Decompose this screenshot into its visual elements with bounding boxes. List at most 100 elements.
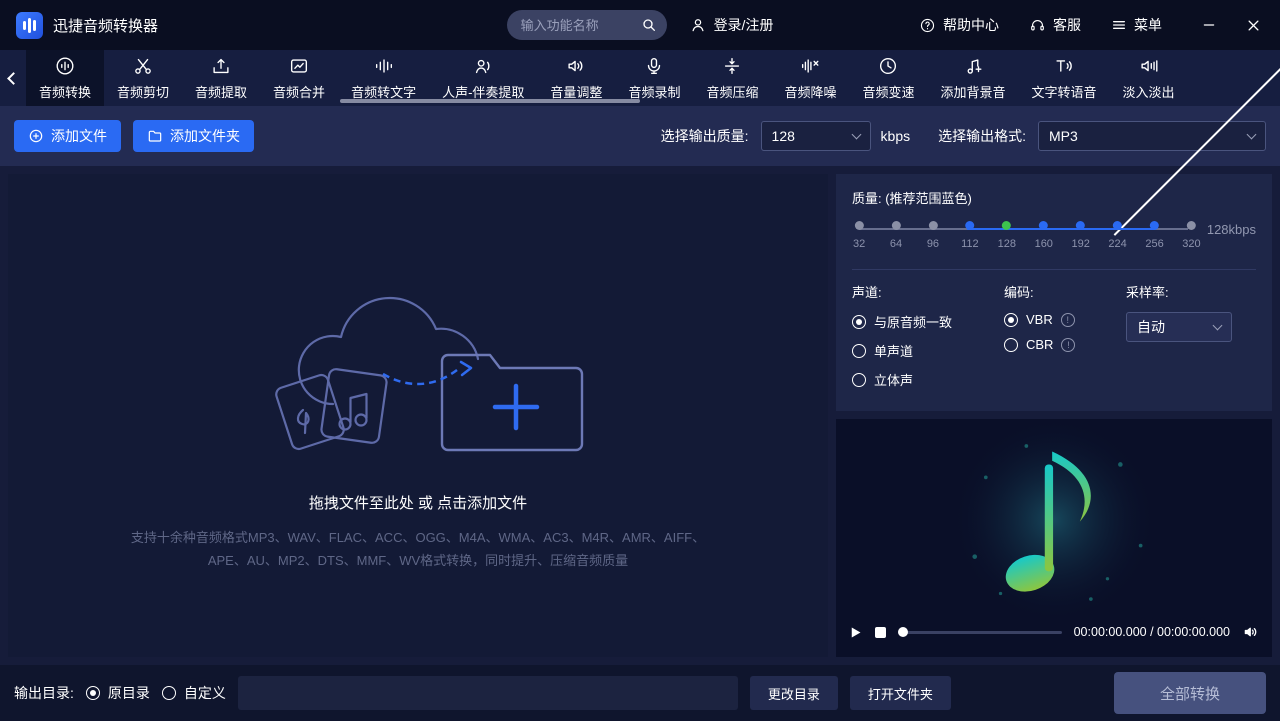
channel-option-mono[interactable]: 单声道: [852, 341, 1004, 360]
login-register[interactable]: 登录/注册: [689, 15, 774, 35]
dir-option-original[interactable]: 原目录: [86, 683, 150, 703]
tabs-scrollbar[interactable]: [340, 99, 640, 103]
note-plus-icon: [962, 55, 984, 77]
minimize-button[interactable]: [1198, 14, 1220, 36]
add-file-button[interactable]: 添加文件: [14, 120, 121, 152]
quality-tick[interactable]: 192: [1071, 221, 1089, 250]
tab-vocal-accompaniment-extract[interactable]: 人声-伴奏提取: [429, 50, 537, 106]
quality-tick[interactable]: 64: [890, 221, 902, 250]
app-logo-icon: [16, 12, 43, 39]
export-up-icon: [210, 55, 232, 77]
quality-tick[interactable]: 160: [1035, 221, 1053, 250]
tick-dot: [892, 221, 901, 230]
tabs-scroll-left[interactable]: [0, 50, 26, 106]
tab-label: 添加背景音: [941, 82, 1006, 101]
scissors-icon: [132, 55, 154, 77]
channel-option-original[interactable]: 与原音频一致: [852, 312, 1004, 331]
encode-option-vbr[interactable]: VBR: [1004, 312, 1126, 327]
samplerate-select[interactable]: 自动: [1126, 312, 1232, 342]
tab-label: 音频变速: [862, 82, 914, 101]
tab-fade-in-out[interactable]: 淡入淡出: [1110, 50, 1188, 106]
convert-all-button[interactable]: 全部转换: [1114, 672, 1266, 714]
encode-label: 编码:: [1004, 282, 1126, 301]
dir-option-label: 原目录: [108, 683, 150, 703]
quality-tick[interactable]: 96: [927, 221, 939, 250]
fade-icon: [1138, 55, 1160, 77]
tick-dot: [1076, 221, 1085, 230]
tab-label: 音频降噪: [784, 82, 836, 101]
tab-label: 文字转语音: [1032, 82, 1097, 101]
tab-audio-speed[interactable]: 音频变速: [849, 50, 927, 106]
progress-slider[interactable]: [898, 626, 1062, 638]
volume-icon[interactable]: [1242, 623, 1260, 641]
radio-selected-icon: [852, 315, 866, 329]
info-icon[interactable]: [1061, 338, 1075, 352]
search-input[interactable]: [521, 18, 641, 33]
radio-icon: [852, 373, 866, 387]
tick-label: 96: [927, 238, 939, 250]
tab-audio-record[interactable]: 音频录制: [615, 50, 693, 106]
tab-audio-merge[interactable]: 音频合并: [260, 50, 338, 106]
progress-track: [898, 631, 1062, 634]
dir-option-custom[interactable]: 自定义: [162, 683, 226, 703]
quality-tick[interactable]: 320: [1182, 221, 1200, 250]
change-dir-button[interactable]: 更改目录: [750, 676, 838, 710]
tick-dot: [1113, 221, 1122, 230]
play-button[interactable]: [848, 625, 863, 640]
quality-tick[interactable]: 32: [853, 221, 865, 250]
current-bitrate-value: 128kbps: [1207, 222, 1256, 237]
format-select[interactable]: MP3: [1038, 121, 1266, 151]
channel-option-label: 单声道: [874, 341, 913, 360]
customer-service[interactable]: 客服: [1029, 15, 1081, 35]
quality-tick[interactable]: 256: [1145, 221, 1163, 250]
quality-tick[interactable]: 224: [1108, 221, 1126, 250]
time-display: 00:00:00.000 / 00:00:00.000: [1074, 625, 1230, 639]
chevron-down-icon: [851, 129, 861, 139]
progress-handle[interactable]: [898, 627, 908, 637]
tab-audio-convert[interactable]: 音频转换: [26, 50, 104, 106]
divider: [852, 269, 1256, 270]
tab-audio-compress[interactable]: 音频压缩: [693, 50, 771, 106]
open-folder-button[interactable]: 打开文件夹: [850, 676, 951, 710]
service-label: 客服: [1053, 15, 1081, 35]
info-icon[interactable]: [1061, 313, 1075, 327]
tab-audio-denoise[interactable]: 音频降噪: [771, 50, 849, 106]
tab-audio-to-text[interactable]: 音频转文字: [338, 50, 429, 106]
radio-icon: [1004, 338, 1018, 352]
quality-tick-current[interactable]: 128: [998, 221, 1016, 250]
title-bar: 迅捷音频转换器 登录/注册 帮助中心: [0, 0, 1280, 50]
tick-label: 256: [1145, 238, 1163, 250]
tabs-scroll-right[interactable]: [1254, 50, 1278, 106]
search-icon[interactable]: [641, 17, 657, 33]
add-folder-label: 添加文件夹: [170, 126, 240, 146]
tab-audio-extract[interactable]: 音频提取: [182, 50, 260, 106]
file-drop-zone[interactable]: 拖拽文件至此处 或 点击添加文件 支持十余种音频格式MP3、WAV、FLAC、A…: [8, 174, 828, 657]
quality-slider[interactable]: 32 64 96 112 128 160 192 224 256 320: [854, 221, 1193, 263]
quality-select[interactable]: 128: [761, 121, 871, 151]
tab-text-to-speech[interactable]: 文字转语音: [1019, 50, 1110, 106]
tab-add-bgm[interactable]: 添加背景音: [928, 50, 1019, 106]
help-center[interactable]: 帮助中心: [919, 15, 999, 35]
person-wave-icon: [472, 55, 494, 77]
add-folder-button[interactable]: 添加文件夹: [133, 120, 254, 152]
stop-button[interactable]: [875, 627, 886, 638]
tick-label: 224: [1108, 238, 1126, 250]
quality-label: 选择输出质量:: [661, 126, 749, 146]
main-content: 拖拽文件至此处 或 点击添加文件 支持十余种音频格式MP3、WAV、FLAC、A…: [0, 166, 1280, 665]
close-button[interactable]: [1242, 14, 1264, 36]
channel-option-label: 与原音频一致: [874, 312, 952, 331]
tab-label: 音频压缩: [706, 82, 758, 101]
custom-dir-input[interactable]: [238, 676, 738, 710]
channel-option-stereo[interactable]: 立体声: [852, 370, 1004, 389]
folder-icon: [147, 128, 163, 144]
quality-tick[interactable]: 112: [961, 221, 979, 250]
function-search[interactable]: [507, 10, 667, 40]
app-title: 迅捷音频转换器: [53, 15, 158, 36]
waveform-icon: [373, 55, 395, 77]
tab-volume-adjust[interactable]: 音量调整: [537, 50, 615, 106]
encode-option-cbr[interactable]: CBR: [1004, 337, 1126, 352]
tab-audio-cut[interactable]: 音频剪切: [104, 50, 182, 106]
music-note-visual: [836, 419, 1272, 615]
menu-button[interactable]: 菜单: [1111, 15, 1162, 35]
samplerate-value: 自动: [1137, 317, 1165, 337]
